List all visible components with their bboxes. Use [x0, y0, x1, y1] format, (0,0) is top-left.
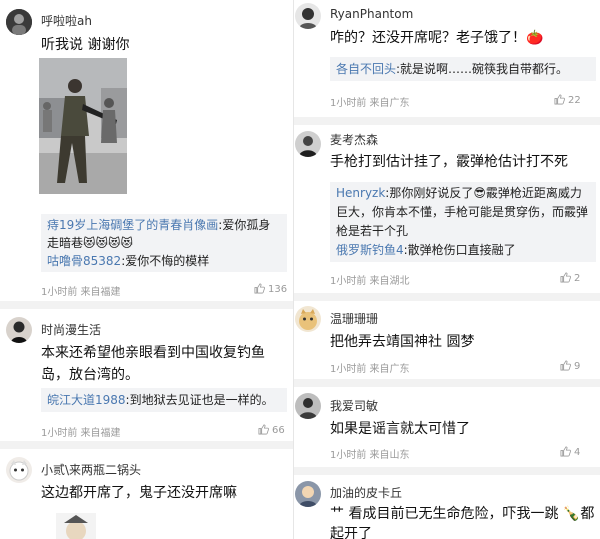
comment-post: 时尚漫生活 本来还希望他亲眼看到中国收复钓鱼岛，放台湾的。 皖江大道1988:到… — [0, 309, 293, 449]
post-meta: 1小时前 来自广东 — [330, 364, 410, 375]
username[interactable]: RyanPhantom — [330, 7, 413, 21]
divider — [294, 293, 600, 301]
comment-post: 呼啦啦ah 听我说 谢谢你 痔19岁上海碉堡了的青春肖像画:爱你孤身走暗巷😻😻😻… — [0, 0, 293, 300]
avatar[interactable] — [295, 393, 321, 419]
avatar[interactable] — [6, 9, 32, 35]
reply-username[interactable]: 咕噜骨85382 — [47, 254, 121, 268]
divider — [294, 467, 600, 475]
divider — [294, 117, 600, 125]
thumbs-up-icon — [560, 360, 571, 371]
comment-text: 把他弄去靖国神社 圆梦 — [330, 334, 475, 350]
like-count: 66 — [272, 425, 285, 436]
comment-text: 咋的？还没开席呢？老子饿了！🍅 — [330, 30, 544, 46]
divider — [294, 379, 600, 387]
reply-username[interactable]: 俄罗斯钓鱼4 — [336, 243, 404, 257]
post-meta: 1小时前 来自山东 — [330, 450, 410, 461]
reply-username[interactable]: 各自不回头 — [336, 62, 396, 76]
username[interactable]: 麦考杰森 — [330, 131, 378, 148]
avatar[interactable] — [295, 131, 321, 157]
comment-post: 我爱司敏 如果是谣言就太可惜了 1小时前 来自山东 4 — [294, 387, 600, 467]
username[interactable]: 温珊珊珊 — [330, 310, 378, 327]
avatar[interactable] — [295, 306, 321, 332]
post-meta: 1小时前 来自湖北 — [330, 276, 410, 287]
post-meta: 1小时前 来自广东 — [330, 98, 410, 109]
thumbs-up-icon — [258, 424, 269, 435]
thumbs-up-icon — [560, 446, 571, 457]
username[interactable]: 我爱司敏 — [330, 397, 378, 414]
comment-text: 本来还希望他亲眼看到中国收复钓鱼岛，放台湾的。 — [41, 345, 265, 383]
reply-box: 各自不回头:就是说啊……碗筷我自带都行。 — [330, 57, 596, 81]
divider — [0, 441, 293, 449]
reply-item[interactable]: 皖江大道1988:到地狱去见证也是一样的。 — [47, 391, 281, 409]
comment-text: 手枪打到估计挂了，霰弹枪估计打不死 — [330, 154, 568, 170]
reply-box: 痔19岁上海碉堡了的青春肖像画:爱你孤身走暗巷😻😻😻😻 咕噜骨85382:爱你不… — [41, 214, 287, 272]
username[interactable]: 呼啦啦ah — [41, 12, 92, 29]
left-comment-column: 呼啦啦ah 听我说 谢谢你 痔19岁上海碉堡了的青春肖像画:爱你孤身走暗巷😻😻😻… — [0, 0, 293, 539]
comment-post: 小贰\来两瓶二锅头 这边都开席了，鬼子还没开席嘛 — [0, 449, 293, 539]
reply-username[interactable]: 痔19岁上海碉堡了的青春肖像画 — [47, 218, 218, 232]
like-count: 22 — [568, 95, 581, 106]
reply-item[interactable]: 咕噜骨85382:爱你不悔的模样 — [47, 252, 281, 270]
like-count: 2 — [574, 273, 581, 284]
comment-post: RyanPhantom 咋的？还没开席呢？老子饿了！🍅 各自不回头:就是说啊……… — [294, 0, 600, 118]
avatar[interactable] — [6, 317, 32, 343]
reply-username[interactable]: 皖江大道1988 — [47, 393, 126, 407]
reply-text: :到地狱去见证也是一样的。 — [125, 393, 274, 407]
like-button[interactable]: 22 — [554, 94, 581, 106]
comment-post: 麦考杰森 手枪打到估计挂了，霰弹枪估计打不死 Henryzk:那你刚好说反了😎霰… — [294, 125, 600, 295]
reply-text: :爱你不悔的模样 — [121, 254, 210, 268]
comment-post: 加油的皮卡丘 艹 看成目前已无生命危险，吓我一跳 🍾都起开了 — [294, 475, 600, 539]
reply-text: :就是说啊……碗筷我自带都行。 — [396, 62, 569, 76]
reply-box: Henryzk:那你刚好说反了😎霰弹枪近距离威力巨大，你肯本不懂，手枪可能是贯穿… — [330, 182, 596, 262]
avatar[interactable] — [295, 3, 321, 29]
reply-username[interactable]: Henryzk — [336, 186, 385, 200]
like-button[interactable]: 2 — [560, 272, 580, 284]
comment-text: 听我说 谢谢你 — [41, 37, 130, 53]
thumbs-up-icon — [554, 94, 565, 105]
like-button[interactable]: 136 — [254, 283, 287, 295]
reply-text: :散弹枪伤口直接融了 — [403, 243, 516, 257]
like-button[interactable]: 9 — [560, 360, 580, 372]
username[interactable]: 时尚漫生活 — [41, 321, 101, 338]
reply-item[interactable]: 各自不回头:就是说啊……碗筷我自带都行。 — [336, 60, 590, 78]
reply-item[interactable]: 痔19岁上海碉堡了的青春肖像画:爱你孤身走暗巷😻😻😻😻 — [47, 216, 281, 252]
avatar[interactable] — [6, 457, 32, 483]
comment-text: 如果是谣言就太可惜了 — [330, 421, 470, 437]
like-button[interactable]: 66 — [258, 424, 285, 436]
like-count: 9 — [574, 361, 581, 372]
like-count: 136 — [268, 284, 288, 295]
thumbs-up-icon — [254, 283, 265, 294]
thumbs-up-icon — [560, 272, 571, 283]
post-meta: 1小时前 来自福建 — [41, 428, 121, 439]
username[interactable]: 小贰\来两瓶二锅头 — [41, 461, 141, 478]
avatar[interactable] — [295, 481, 321, 507]
like-button[interactable]: 4 — [560, 446, 580, 458]
post-meta: 1小时前 来自福建 — [41, 287, 121, 298]
comment-text: 艹 看成目前已无生命危险，吓我一跳 🍾都起开了 — [330, 506, 595, 539]
comment-post: 温珊珊珊 把他弄去靖国神社 圆梦 1小时前 来自广东 9 — [294, 301, 600, 381]
reply-item[interactable]: 俄罗斯钓鱼4:散弹枪伤口直接融了 — [336, 241, 590, 260]
right-comment-column: RyanPhantom 咋的？还没开席呢？老子饿了！🍅 各自不回头:就是说啊……… — [293, 0, 600, 539]
comment-text: 这边都开席了，鬼子还没开席嘛 — [41, 485, 237, 501]
divider — [0, 301, 293, 309]
attached-sticker[interactable] — [56, 513, 96, 539]
like-count: 4 — [574, 447, 581, 458]
username[interactable]: 加油的皮卡丘 — [330, 484, 402, 501]
reply-item[interactable]: Henryzk:那你刚好说反了😎霰弹枪近距离威力巨大，你肯本不懂，手枪可能是贯穿… — [336, 184, 590, 241]
attached-photo[interactable] — [39, 58, 127, 194]
reply-box: 皖江大道1988:到地狱去见证也是一样的。 — [41, 388, 287, 412]
